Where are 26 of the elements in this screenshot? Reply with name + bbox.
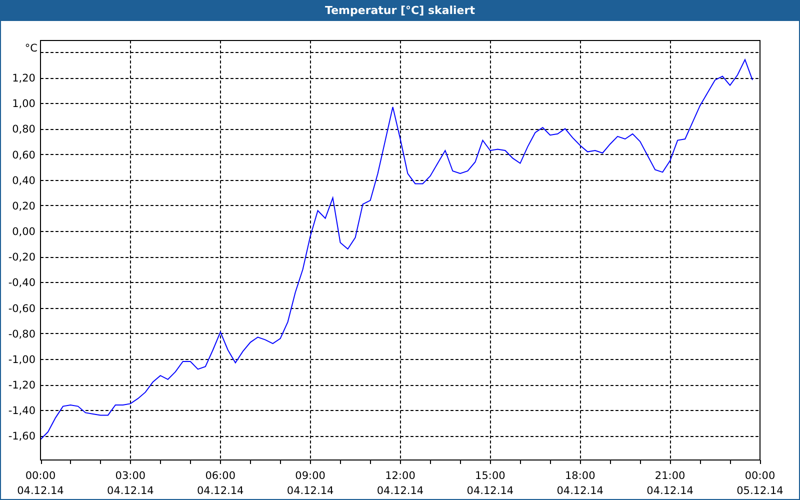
x-axis-label: 06:00 04.12.14 [197, 470, 244, 497]
y-axis-label: 0,00 [12, 226, 36, 238]
x-axis-label: 00:00 04.12.14 [17, 470, 64, 497]
y-axis-label: -0,80 [8, 328, 36, 340]
unit-label: °C [24, 42, 38, 54]
y-axis-label: -0,20 [8, 252, 36, 264]
x-axis-label: 21:00 04.12.14 [646, 470, 694, 497]
y-axis-label: 0,80 [12, 124, 36, 136]
y-axis-label: 0,40 [12, 174, 36, 187]
y-axis-label: 1,00 [12, 98, 36, 110]
y-axis-label: -1,20 [8, 380, 36, 392]
y-axis-label: 0,60 [12, 149, 36, 162]
y-axis-label: 1,20 [12, 72, 36, 85]
y-axis-label: -1,00 [8, 354, 36, 366]
y-axis-label: -1,40 [8, 405, 36, 418]
y-axis-label: -0,40 [8, 277, 36, 290]
x-axis-label: 18:00 04.12.14 [556, 470, 604, 497]
x-axis-label: 09:00 04.12.14 [286, 470, 334, 497]
y-axis-label: 0,20 [12, 200, 36, 212]
x-axis-label: 00:00 05.12.14 [736, 470, 784, 497]
x-axis-label: 03:00 04.12.14 [107, 470, 154, 497]
window-title: Temperatur [°C] skaliert [325, 4, 475, 17]
x-axis-label: 15:00 04.12.14 [466, 470, 514, 497]
y-axis-label: -1,60 [8, 430, 36, 443]
y-axis-label: -0,60 [8, 302, 36, 315]
x-axis-label: 12:00 04.12.14 [376, 470, 424, 497]
